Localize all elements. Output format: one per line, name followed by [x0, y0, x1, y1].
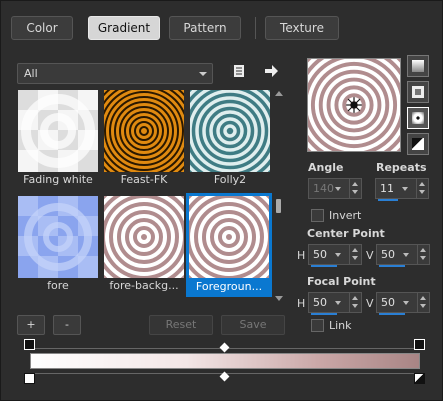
angle-value: 140 — [313, 182, 334, 195]
radial-gradient-icon — [412, 138, 424, 150]
sunburst-style-button[interactable] — [407, 107, 429, 129]
angle-label: Angle — [308, 161, 344, 174]
tab-color[interactable]: Color — [11, 16, 73, 40]
tab-gradient[interactable]: Gradient — [88, 16, 160, 40]
scroll-up-icon[interactable] — [275, 91, 283, 96]
thumbnail-label: fore-backg... — [109, 279, 179, 292]
scrollbar-thumb[interactable] — [276, 199, 281, 213]
center-h-value: 50 — [313, 248, 327, 261]
radial-style-button[interactable] — [407, 133, 429, 155]
chevron-down-icon — [402, 187, 408, 191]
focal-v-input[interactable]: 50 — [376, 292, 430, 315]
book-icon[interactable] — [229, 63, 245, 79]
tab-pattern[interactable]: Pattern — [169, 16, 241, 40]
scroll-down-icon[interactable] — [275, 296, 283, 301]
focal-h-label: H — [297, 297, 306, 310]
color-stop-right[interactable] — [414, 373, 425, 384]
gradient-panel: Color Gradient Pattern Texture All Fadin… — [0, 0, 443, 401]
thumbnail-label: Folly2 — [213, 173, 247, 186]
opacity-midpoint[interactable] — [219, 342, 230, 353]
angle-input[interactable]: 140 — [308, 178, 362, 199]
center-h-slider-bar — [311, 265, 337, 267]
add-stop-button[interactable]: + — [17, 315, 45, 335]
crosshair-icon — [346, 97, 362, 113]
repeats-input[interactable]: 11 — [375, 178, 429, 201]
center-v-input[interactable]: 50 — [376, 244, 430, 267]
fore-background-swatch — [104, 196, 184, 278]
center-v-label: V — [366, 249, 374, 262]
rectangular-style-button[interactable] — [407, 81, 429, 103]
center-h-label: H — [297, 249, 306, 262]
link-label: Link — [329, 319, 352, 332]
center-v-value: 50 — [381, 248, 395, 261]
thumbnail-fore-background[interactable]: fore-backg... — [103, 195, 185, 296]
focal-h-slider-bar — [311, 313, 337, 315]
center-v-stepper[interactable] — [417, 245, 429, 264]
chevron-down-icon — [335, 253, 341, 257]
chevron-down-icon — [335, 187, 341, 191]
focal-v-value: 50 — [381, 296, 395, 309]
link-checkbox[interactable] — [311, 319, 324, 332]
invert-checkbox[interactable] — [311, 209, 324, 222]
chevron-down-icon — [199, 72, 207, 76]
center-h-input[interactable]: 50 — [308, 244, 362, 267]
fore-swatch — [18, 196, 98, 278]
thumbnail-feast-fk[interactable]: Feast-FK — [103, 89, 185, 190]
thumbnail-fading-white[interactable]: Fading white — [17, 89, 99, 190]
focal-point-label: Focal Point — [307, 275, 376, 288]
invert-label: Invert — [329, 209, 362, 222]
sunburst-gradient-icon — [412, 112, 424, 124]
reset-button[interactable]: Reset — [149, 315, 213, 335]
gradient-thumbnail-grid: Fading white Feast-FK Folly2 fore fore-b… — [17, 89, 275, 301]
center-point-label: Center Point — [307, 227, 385, 240]
linear-style-button[interactable] — [407, 55, 429, 77]
thumbnail-fore[interactable]: fore — [17, 195, 99, 296]
remove-stop-button[interactable]: - — [53, 315, 81, 335]
folly-swatch — [190, 90, 270, 172]
thumbnail-folly2[interactable]: Folly2 — [189, 89, 271, 190]
thumbnail-label: Fading white — [23, 173, 93, 186]
category-selected: All — [24, 67, 38, 80]
thumbnail-label: Feast-FK — [120, 173, 168, 186]
focal-v-slider-bar — [379, 313, 405, 315]
linear-gradient-icon — [412, 60, 424, 72]
thumbnail-foreground[interactable]: Foregroun... — [186, 193, 272, 297]
opacity-stop-left[interactable] — [24, 339, 35, 350]
rectangular-gradient-icon — [412, 86, 424, 98]
focal-v-stepper[interactable] — [417, 293, 429, 312]
fading-white-swatch — [18, 90, 98, 172]
chevron-down-icon — [403, 301, 409, 305]
repeats-value: 11 — [380, 182, 394, 195]
color-stop-left[interactable] — [24, 373, 35, 384]
opacity-stop-right[interactable] — [414, 339, 425, 350]
gradient-editor-bar[interactable] — [30, 353, 420, 369]
center-h-stepper[interactable] — [349, 245, 361, 264]
chevron-down-icon — [403, 253, 409, 257]
center-v-slider-bar — [379, 265, 405, 267]
repeats-label: Repeats — [376, 161, 427, 174]
thumbnail-label: fore — [47, 279, 69, 292]
thumbnail-scrollbar[interactable] — [273, 91, 284, 301]
focal-h-input[interactable]: 50 — [308, 292, 362, 315]
thumbnail-label: Foregroun... — [195, 280, 263, 293]
tab-separator — [255, 17, 256, 39]
chevron-down-icon — [335, 301, 341, 305]
tab-texture[interactable]: Texture — [265, 16, 339, 40]
focal-h-value: 50 — [313, 296, 327, 309]
focal-v-label: V — [366, 297, 374, 310]
gradient-preview[interactable] — [307, 58, 401, 152]
save-button[interactable]: Save — [221, 315, 285, 335]
angle-stepper[interactable] — [349, 179, 361, 198]
foreground-swatch — [189, 196, 269, 278]
repeats-stepper[interactable] — [416, 179, 428, 198]
feast-swatch — [104, 90, 184, 172]
arrow-right-icon[interactable] — [263, 63, 279, 79]
category-dropdown[interactable]: All — [17, 63, 213, 84]
focal-h-stepper[interactable] — [349, 293, 361, 312]
repeats-slider-bar — [378, 199, 398, 201]
